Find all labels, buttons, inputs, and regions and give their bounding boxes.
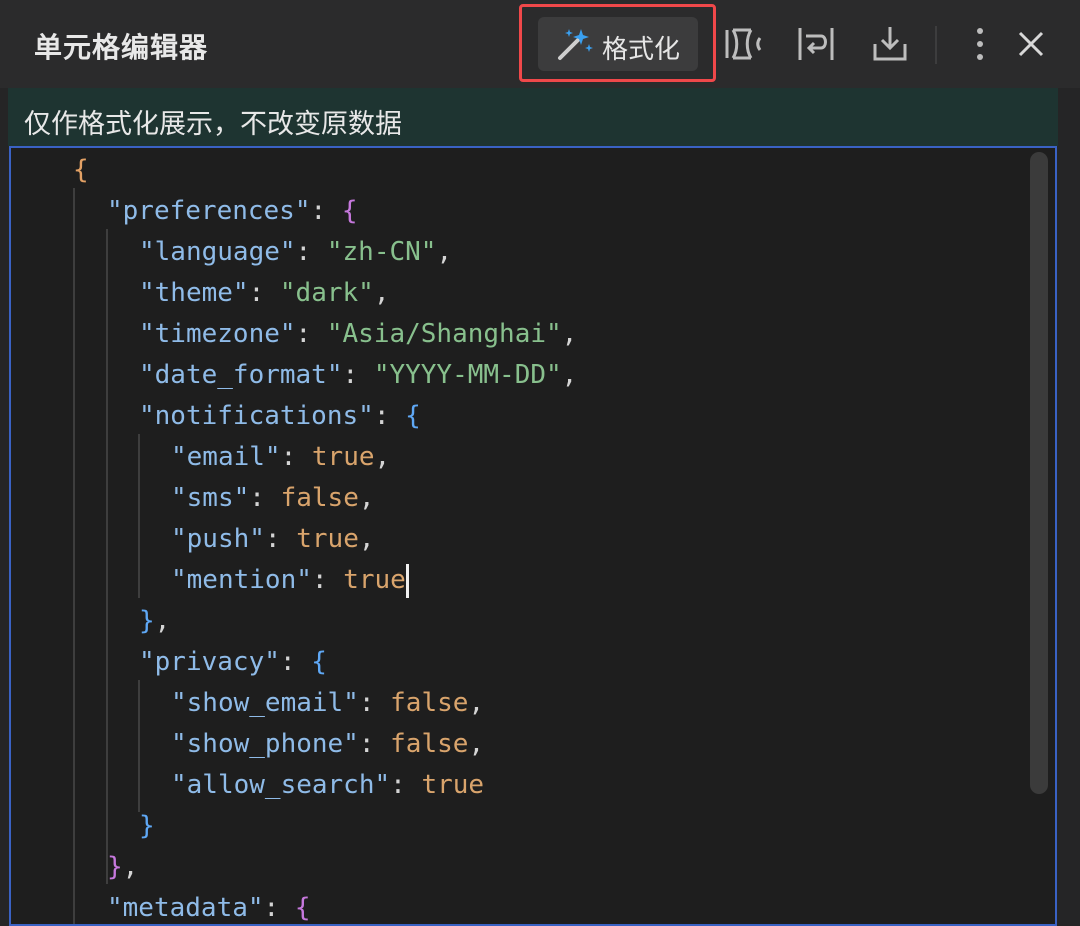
code-token: :: [249, 483, 281, 513]
code-line: "metadata": {: [107, 888, 311, 924]
code-token: false: [390, 729, 469, 759]
code-token: :: [264, 524, 297, 554]
code-line: "privacy": {: [139, 642, 327, 683]
code-token: ,: [561, 360, 578, 390]
code-editor[interactable]: {"preferences": {"language": "zh-CN", "th…: [9, 146, 1057, 926]
format-hint-text: 仅作格式化展示，不改变原数据: [24, 109, 402, 140]
code-line: "notifications": {: [139, 396, 421, 437]
toolbar-separator: [935, 26, 937, 64]
code-token: "email": [171, 442, 281, 472]
code-token: "notifications": [139, 401, 374, 431]
code-token: "theme": [139, 278, 249, 308]
code-line: {: [73, 150, 89, 191]
code-token: :: [342, 360, 374, 390]
code-token: "allow_search": [171, 770, 391, 800]
code-token: false: [280, 483, 359, 513]
code-line: "show_phone": false,: [171, 724, 484, 765]
code-token: "sms": [171, 483, 250, 513]
code-token: "show_email": [171, 688, 359, 718]
code-token: false: [390, 688, 469, 718]
wrap-icon[interactable]: [796, 24, 836, 68]
more-vertical-icon[interactable]: [970, 24, 990, 68]
code-line: "sms": false,: [171, 478, 375, 519]
code-token: :: [295, 237, 327, 267]
code-token: {: [311, 647, 327, 677]
close-icon[interactable]: [1016, 24, 1046, 68]
code-token: ,: [358, 524, 375, 554]
code-token: ,: [154, 606, 171, 636]
code-line: "date_format": "YYYY-MM-DD",: [139, 355, 577, 396]
code-token: :: [295, 319, 327, 349]
code-token: ,: [468, 688, 485, 718]
code-token: true: [421, 770, 485, 800]
code-token: ,: [358, 483, 375, 513]
code-token: ,: [436, 237, 453, 267]
code-token: :: [248, 278, 280, 308]
code-token: "push": [171, 524, 265, 554]
code-line: "push": true,: [171, 519, 375, 560]
code-line: "email": true,: [171, 437, 390, 478]
code-token: "preferences": [107, 196, 311, 226]
code-token: }: [139, 811, 155, 841]
code-token: "zh-CN": [326, 237, 437, 267]
download-icon[interactable]: [870, 24, 910, 68]
code-token: "show_phone": [171, 729, 359, 759]
code-token: :: [358, 688, 391, 718]
compress-icon[interactable]: [724, 24, 766, 68]
code-token: "Asia/Shanghai": [326, 319, 562, 349]
code-token: }: [107, 852, 123, 882]
code-token: }: [139, 606, 155, 636]
panel-title: 单元格编辑器: [34, 31, 209, 64]
code-token: :: [310, 196, 342, 226]
indent-guide: [73, 188, 75, 924]
format-hint-banner: 仅作格式化展示，不改变原数据: [8, 88, 1058, 146]
vertical-scrollbar[interactable]: [1030, 152, 1048, 794]
code-token: :: [373, 401, 406, 431]
panel-header: 单元格编辑器 格式化: [0, 0, 1080, 88]
indent-guide: [138, 434, 140, 598]
code-token: :: [311, 565, 344, 595]
code-token: {: [294, 893, 311, 923]
code-token: "YYYY-MM-DD": [373, 360, 562, 390]
code-line: "preferences": {: [107, 191, 357, 232]
code-token: ,: [374, 442, 391, 472]
code-token: true: [311, 442, 375, 472]
code-line: "timezone": "Asia/Shanghai",: [139, 314, 577, 355]
code-token: :: [279, 647, 312, 677]
code-token: ,: [373, 278, 390, 308]
code-token: "language": [139, 237, 296, 267]
code-token: "privacy": [139, 647, 280, 677]
code-token: {: [341, 196, 358, 226]
code-token: ,: [122, 852, 139, 882]
code-line: "theme": "dark",: [139, 273, 389, 314]
code-token: true: [296, 524, 359, 554]
code-token: ,: [561, 319, 578, 349]
code-token: "metadata": [107, 893, 264, 923]
code-line: "language": "zh-CN",: [139, 232, 452, 273]
indent-guide: [106, 229, 108, 884]
code-token: {: [73, 155, 89, 185]
code-token: "date_format": [139, 360, 343, 390]
code-line: "mention": true: [171, 560, 409, 601]
code-line: },: [139, 601, 170, 642]
format-button[interactable]: 格式化: [538, 17, 698, 71]
code-token: true: [343, 565, 406, 595]
code-line: }: [139, 806, 155, 847]
format-button-label: 格式化: [602, 35, 681, 65]
text-cursor: [405, 563, 409, 598]
code-token: :: [263, 893, 295, 923]
code-token: :: [358, 729, 391, 759]
code-token: {: [405, 401, 421, 431]
code-token: "mention": [171, 565, 312, 595]
code-token: :: [280, 442, 312, 472]
code-token: "timezone": [139, 319, 296, 349]
code-token: "dark": [279, 278, 374, 308]
code-token: ,: [468, 729, 485, 759]
indent-guide: [138, 680, 140, 812]
code-line: "allow_search": true: [171, 765, 484, 806]
code-line: },: [107, 847, 138, 888]
code-token: :: [390, 770, 422, 800]
sparkle-wand-icon: [554, 27, 594, 67]
code-line: "show_email": false,: [171, 683, 484, 724]
